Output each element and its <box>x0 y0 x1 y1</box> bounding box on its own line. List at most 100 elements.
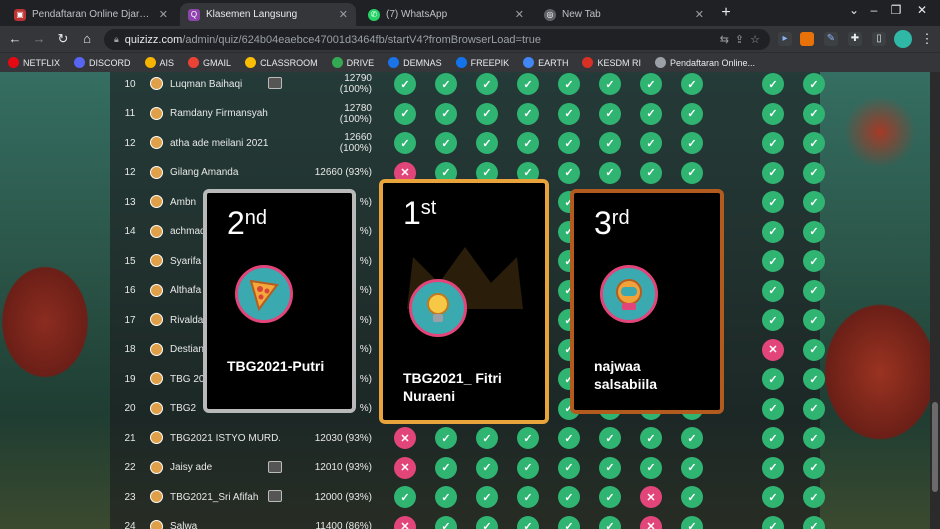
correct-answer-icon: ✓ <box>558 427 580 449</box>
extension-icon[interactable] <box>800 32 814 46</box>
row-rank: 18 <box>124 344 136 355</box>
window-close-icon[interactable]: ✕ <box>910 3 934 17</box>
bookmark-item[interactable]: FREEPIK <box>455 57 509 68</box>
player-avatar <box>150 77 163 90</box>
bookmark-item[interactable]: DISCORD <box>74 57 131 68</box>
bookmark-item[interactable]: GMAIL <box>188 57 231 68</box>
address-host: quizizz.com <box>124 33 183 46</box>
bookmark-item[interactable]: Pendaftaran Online... <box>654 57 755 68</box>
player-name: atha ade meilani 2021 <box>170 137 269 149</box>
tab-new-tab[interactable]: ◎ New Tab ✕ <box>536 3 712 26</box>
restore-icon[interactable]: ❐ <box>884 3 908 17</box>
row-rank: 10 <box>124 78 136 90</box>
bookmark-star-icon[interactable]: ☆ <box>750 33 760 46</box>
correct-answer-icon: ✓ <box>558 102 580 125</box>
bookmark-label: EARTH <box>538 57 569 68</box>
pen-icon[interactable]: ✎ <box>824 32 838 46</box>
correct-answer-icon: ✓ <box>517 515 539 529</box>
correct-answer-icon: ✓ <box>394 73 416 95</box>
profile-avatar[interactable] <box>894 30 912 48</box>
player-name: Gilang Amanda <box>170 167 239 178</box>
correct-answer-icon: ✓ <box>762 397 784 420</box>
minimize-icon[interactable]: – <box>862 3 886 17</box>
close-icon[interactable]: ✕ <box>515 8 524 21</box>
leaderboard-row[interactable]: 10 Luqman Baihaqi 12790 (100%) ✓ ✓ ✓ ✓ ✓ ✓ ✓ ✓ ✓ ✓ <box>110 72 825 99</box>
correct-answer-icon: ✓ <box>762 368 784 390</box>
correct-answer-icon: ✓ <box>558 456 580 479</box>
correct-answer-icon: ✓ <box>762 279 784 302</box>
back-arrow-icon[interactable]: ← <box>6 30 24 48</box>
home-icon[interactable]: ⌂ <box>78 30 96 48</box>
bookmark-item[interactable]: KESDM RI <box>582 57 641 68</box>
row-rank: 24 <box>124 521 136 529</box>
page-scrollbar[interactable] <box>930 72 940 529</box>
translate-icon[interactable]: ⇆ <box>720 33 729 46</box>
bookmark-label: DRIVE <box>346 57 375 68</box>
player-name: TBG2021_Sri Afifah <box>170 491 259 503</box>
correct-answer-icon: ✓ <box>599 132 621 154</box>
bookmark-item[interactable]: DRIVE <box>331 57 375 68</box>
tab-whatsapp[interactable]: ✆ (7) WhatsApp ✕ <box>360 3 532 26</box>
player-score: 11400 (86%) <box>315 521 372 529</box>
forward-arrow-icon[interactable]: → <box>30 30 48 48</box>
bookmark-item[interactable]: EARTH <box>523 57 568 68</box>
sidebar-icon[interactable]: ▯ <box>872 32 886 46</box>
podium-second-card: 2nd TBG2021-Putri <box>203 189 356 413</box>
message-icon[interactable] <box>268 77 282 89</box>
bookmark-item[interactable]: NETFLIX <box>8 57 60 68</box>
leaderboard-row[interactable]: 22 Jaisy ade 12010 (93%) ✕ ✓ ✓ ✓ ✓ ✓ ✓ ✓ ✓ ✓ <box>110 453 825 483</box>
correct-answer-icon: ✓ <box>762 515 784 529</box>
bookmark-label: KESDM RI <box>597 57 641 68</box>
player-score: 12000 (93%) <box>314 491 372 503</box>
tab-title: Pendaftaran Online Djarum Bea: <box>32 9 153 20</box>
menu-kebab-icon[interactable]: ⋮ <box>918 30 936 48</box>
cast-icon[interactable]: ▸ <box>778 32 792 46</box>
leaderboard-row[interactable]: 12 atha ade meilani 2021 12660 (100%) ✓ ✓ ✓ ✓ ✓… <box>110 128 825 158</box>
player-avatar <box>150 342 163 356</box>
close-icon[interactable]: ✕ <box>339 8 348 21</box>
share-icon[interactable]: ⇪ <box>735 33 744 46</box>
bookmark-label: GMAIL <box>203 57 232 68</box>
close-icon[interactable]: ✕ <box>695 8 704 21</box>
correct-answer-icon: ✓ <box>803 368 825 390</box>
correct-answer-icon: ✓ <box>640 102 662 125</box>
close-icon[interactable]: ✕ <box>159 8 168 21</box>
tab-pendaftaran[interactable]: ▣ Pendaftaran Online Djarum Bea: ✕ <box>6 3 176 26</box>
correct-answer-icon: ✓ <box>476 132 498 154</box>
message-icon[interactable] <box>268 490 282 502</box>
correct-answer-icon: ✓ <box>640 427 662 449</box>
bookmark-item[interactable]: DEMNAS <box>388 57 442 68</box>
correct-answer-icon: ✓ <box>803 220 825 243</box>
new-tab-button[interactable]: + <box>716 4 736 22</box>
leaderboard-row[interactable]: 23 TBG2021_Sri Afifah 12000 (93%) ✓ ✓ ✓ ✓ ✓ ✓ ✕ ✓ ✓… <box>110 482 825 512</box>
bookmark-item[interactable]: AIS <box>144 57 174 68</box>
correct-answer-icon: ✓ <box>762 309 784 331</box>
puzzle-icon[interactable]: ✚ <box>848 32 862 46</box>
player-score: 12660 (93%) <box>314 167 372 178</box>
player-avatar <box>150 254 163 267</box>
correct-answer-icon: ✓ <box>558 73 580 95</box>
correct-answer-icon: ✓ <box>599 456 621 479</box>
address-bar[interactable]: 🔒︎ quizizz.com/admin/quiz/624b04eaebce47… <box>104 29 770 50</box>
address-path: /admin/quiz/624b04eaebce47001d3464fb/sta… <box>182 33 541 46</box>
player-avatar <box>150 372 163 385</box>
correct-answer-icon: ✓ <box>476 102 498 125</box>
message-icon[interactable] <box>268 460 282 473</box>
leaderboard-row[interactable]: 21 TBG2021 ISTYO MURD... 12030 (93%) ✕ ✓ ✓ ✓ ✓ ✓… <box>110 423 825 453</box>
bookmarks-bar: NETFLIX DISCORD AIS GMAIL CLASSROOM DRIVE DEMN… <box>0 52 940 72</box>
correct-answer-icon: ✓ <box>681 456 703 479</box>
scrollbar-thumb[interactable] <box>932 402 938 492</box>
correct-answer-icon: ✓ <box>762 132 784 154</box>
pendaftaran-favicon: ▣ <box>14 8 26 21</box>
row-rank: 13 <box>124 196 136 208</box>
correct-answer-icon: ✓ <box>803 102 825 125</box>
player-name: TBG2021 ISTYO MURD... <box>170 432 280 444</box>
leaderboard-row[interactable]: 24 Salwa 11400 (86%) ✕ ✓ ✓ ✓ ✓ ✓ ✕ ✓ ✓ ✓ <box>110 512 825 529</box>
tab-klasemen[interactable]: Q Klasemen Langsung ✕ <box>180 3 356 26</box>
podium-name: najwaa salsabiila <box>594 358 658 392</box>
reload-icon[interactable]: ↻ <box>54 30 72 48</box>
correct-answer-icon: ✓ <box>640 161 662 184</box>
leaderboard-row[interactable]: 11 Ramdany Firmansyah 12780 (100%) ✓ ✓ ✓ ✓ ✓ ✓ ✓ ✓… <box>110 99 825 129</box>
podium-place: 1st <box>403 195 437 231</box>
bookmark-item[interactable]: CLASSROOM <box>245 57 318 68</box>
